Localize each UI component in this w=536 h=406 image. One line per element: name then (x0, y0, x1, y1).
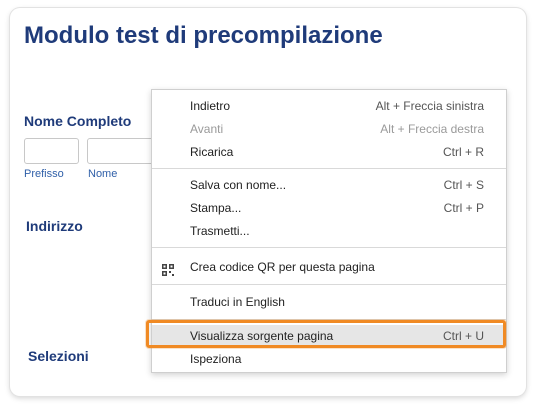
menu-item-print[interactable]: Stampa... Ctrl + P (152, 197, 506, 220)
name-input[interactable] (87, 138, 157, 164)
menu-item-back[interactable]: Indietro Alt + Freccia sinistra (152, 95, 506, 118)
menu-item-label: Trasmetti... (190, 224, 250, 238)
prefix-label: Prefisso (24, 168, 64, 180)
menu-item-create-qr[interactable]: Crea codice QR per questa pagina (152, 256, 506, 279)
menu-item-translate[interactable]: Traduci in English (152, 291, 506, 314)
address-section-label: Indirizzo (26, 218, 83, 234)
menu-item-cast[interactable]: Trasmetti... (152, 220, 506, 243)
menu-item-shortcut: Ctrl + S (443, 178, 484, 192)
menu-item-save-as[interactable]: Salva con nome... Ctrl + S (152, 174, 506, 197)
highlight-outline (146, 320, 506, 348)
menu-item-shortcut: Alt + Freccia destra (380, 122, 484, 136)
menu-item-inspect[interactable]: Ispeziona (152, 348, 506, 371)
selections-section-label: Selezioni (28, 348, 89, 364)
name-label: Nome (88, 168, 118, 180)
full-name-section-label: Nome Completo (24, 113, 132, 129)
menu-item-shortcut: Ctrl + R (442, 145, 484, 159)
menu-item-label: Crea codice QR per questa pagina (190, 260, 375, 274)
menu-item-label: Avanti (190, 122, 224, 136)
menu-item-reload[interactable]: Ricarica Ctrl + R (152, 141, 506, 164)
menu-item-shortcut: Alt + Freccia sinistra (375, 99, 484, 113)
menu-item-shortcut: Ctrl + P (443, 201, 484, 215)
menu-separator (152, 168, 506, 169)
page-title: Modulo test di precompilazione (24, 22, 383, 49)
menu-item-label: Indietro (190, 99, 231, 113)
menu-item-forward[interactable]: Avanti Alt + Freccia destra (152, 118, 506, 141)
menu-item-label: Traduci in English (190, 295, 285, 309)
menu-separator (152, 247, 506, 248)
prefix-input[interactable] (24, 138, 79, 164)
menu-separator (152, 284, 506, 285)
menu-item-label: Ricarica (190, 145, 234, 159)
menu-item-label: Stampa... (190, 201, 242, 215)
menu-item-label: Salva con nome... (190, 178, 287, 192)
qr-code-icon (162, 261, 174, 276)
menu-item-label: Ispeziona (190, 352, 242, 366)
